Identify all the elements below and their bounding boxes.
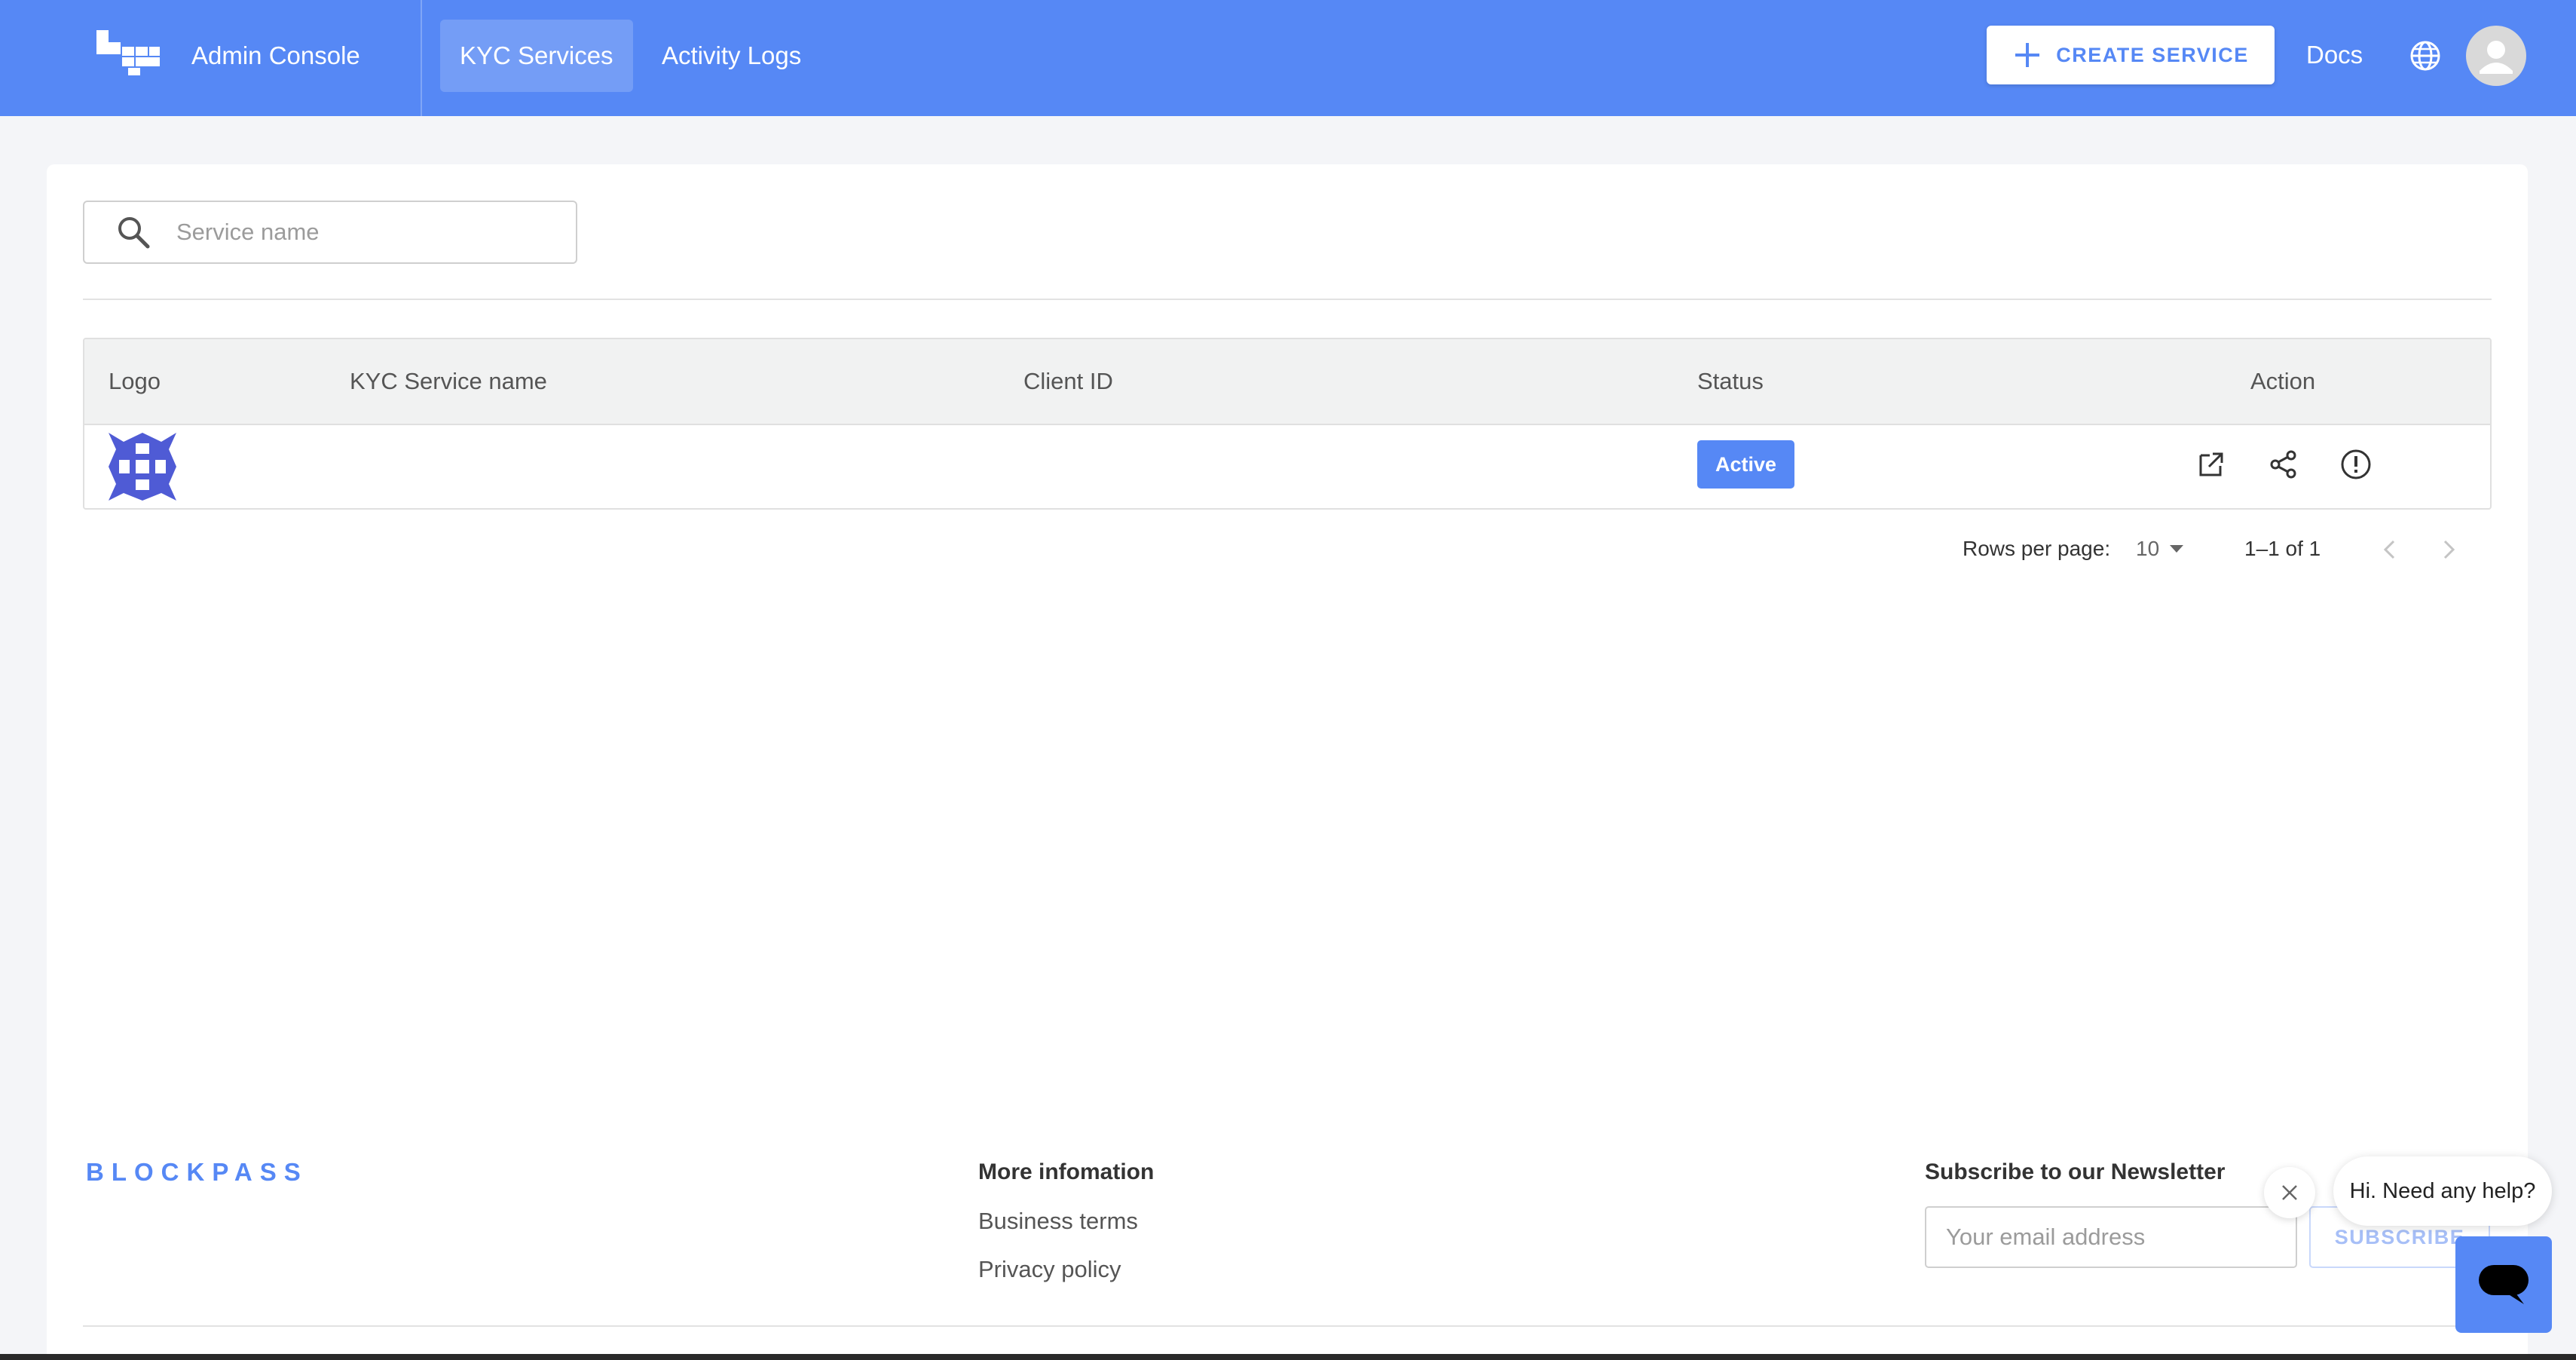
top-navigation-bar: Admin Console KYC Services Activity Logs… — [0, 0, 2576, 116]
rows-per-page-label: Rows per page: — [1963, 537, 2111, 560]
column-header-logo: Logo — [109, 368, 161, 394]
table-row[interactable]: Active — [84, 425, 2490, 508]
column-header-service-name: KYC Service name — [350, 368, 547, 394]
column-header-client-id: Client ID — [1023, 368, 1113, 394]
docs-link[interactable]: Docs — [2306, 38, 2363, 72]
create-service-button[interactable]: CREATE SERVICE — [1987, 26, 2275, 84]
chat-dismiss-button[interactable] — [2264, 1167, 2315, 1218]
close-icon — [2282, 1185, 2297, 1200]
column-header-action: Action — [2250, 368, 2316, 394]
newsletter-email-input[interactable] — [1925, 1206, 2297, 1268]
services-table: Logo KYC Service name Client ID Status A… — [83, 338, 2492, 510]
newsletter-heading: Subscribe to our Newsletter — [1925, 1159, 2226, 1184]
service-logo — [109, 433, 176, 501]
chat-launcher-button[interactable] — [2455, 1236, 2552, 1333]
footer-divider — [83, 1325, 2493, 1327]
app-title: Admin Console — [191, 41, 360, 69]
search-box[interactable] — [83, 201, 577, 264]
rows-per-page-select[interactable]: 10 — [2136, 534, 2184, 564]
tab-activity-logs[interactable]: Activity Logs — [642, 20, 821, 92]
tab-kyc-services[interactable]: KYC Services — [440, 20, 633, 92]
open-external-icon[interactable] — [2195, 448, 2228, 481]
rows-per-page-value: 10 — [2136, 537, 2160, 560]
chat-greeting-bubble[interactable]: Hi. Need any help? — [2333, 1156, 2552, 1226]
chat-icon — [2479, 1265, 2529, 1304]
user-avatar[interactable] — [2466, 26, 2526, 86]
chevron-right-icon[interactable] — [2437, 537, 2460, 562]
search-input[interactable] — [176, 219, 553, 246]
column-header-status: Status — [1697, 368, 1764, 394]
window-bottom-edge — [0, 1354, 2576, 1360]
more-info-heading: More infomation — [978, 1159, 1155, 1184]
globe-icon[interactable] — [2409, 39, 2442, 72]
status-badge: Active — [1697, 440, 1795, 489]
chevron-left-icon[interactable] — [2379, 537, 2401, 562]
plus-icon — [2015, 43, 2040, 67]
section-divider — [83, 299, 2492, 300]
share-icon[interactable] — [2267, 448, 2300, 481]
table-header: Logo KYC Service name Client ID Status A… — [84, 339, 2490, 425]
caret-down-icon — [2170, 545, 2184, 553]
footer-brand-logo[interactable]: BLOCKPASS — [86, 1158, 308, 1187]
privacy-policy-link[interactable]: Privacy policy — [978, 1256, 1121, 1283]
create-service-label: CREATE SERVICE — [2056, 43, 2249, 66]
nav-divider — [421, 0, 422, 116]
info-icon[interactable] — [2339, 448, 2373, 481]
user-icon — [2480, 41, 2513, 74]
pagination-range: 1–1 of 1 — [2244, 537, 2321, 560]
business-terms-link[interactable]: Business terms — [978, 1208, 1138, 1235]
app-logo[interactable] — [96, 30, 160, 75]
search-icon — [118, 217, 150, 249]
